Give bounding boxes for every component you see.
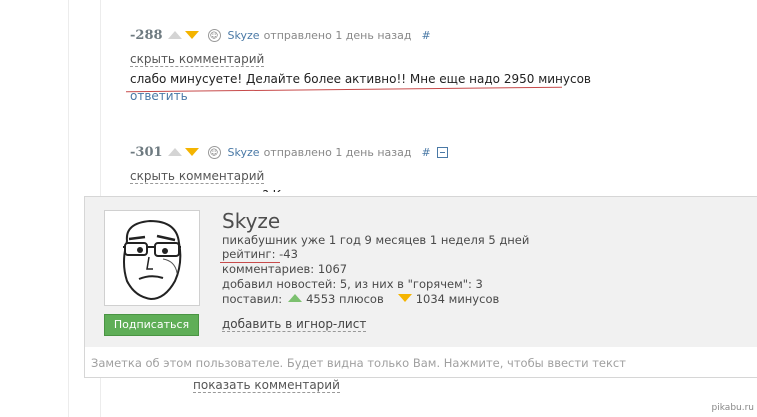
user-note-field[interactable]: Заметка об этом пользователе. Будет видн… (84, 347, 757, 378)
vote-down-icon[interactable] (184, 148, 199, 156)
votes-label: поставил: (222, 292, 283, 306)
profile-rating: рейтинг: -43 (222, 247, 298, 261)
rage-face-icon (123, 219, 182, 301)
comment-score: -288 (130, 27, 163, 43)
ignore-list-link[interactable]: добавить в игнор-лист (222, 317, 367, 332)
profile-since: пикабушник уже 1 год 9 месяцев 1 неделя … (222, 233, 530, 247)
profile-news: добавил новостей: 5, из них в "горячем":… (222, 277, 483, 291)
watermark: pikabu.ru (711, 403, 754, 413)
collapse-icon[interactable] (436, 146, 448, 158)
comment-score: -301 (130, 144, 163, 160)
show-comment-link[interactable]: показать комментарий (193, 378, 340, 393)
thread-line (68, 0, 69, 417)
comment: -301 ☺ Skyze отправлено 1 день назад # с… (130, 143, 448, 184)
user-note-placeholder: Заметка об этом пользователе. Будет видн… (91, 356, 626, 370)
hide-comment-link[interactable]: скрыть комментарий (130, 169, 265, 184)
author-face-icon: ☺ (207, 145, 221, 159)
vote-up-icon[interactable] (167, 148, 182, 156)
comment-text-partial: можно и сюда минус? Кстати, вы догоняете… (130, 188, 695, 196)
comment-time: отправлено 1 день назад (263, 145, 412, 159)
profile-comments: комментариев: 1067 (222, 262, 348, 276)
comment-author[interactable]: Skyze (228, 29, 260, 42)
vote-down-icon[interactable] (184, 31, 199, 39)
comment-author[interactable]: Skyze (228, 146, 260, 159)
comment-header: -301 ☺ Skyze отправлено 1 день назад # (130, 143, 448, 161)
plus-icon (288, 294, 303, 302)
comment-text: слабо минусуете! Делайте более активно!!… (130, 72, 591, 86)
minus-icon (397, 294, 412, 302)
comment-header: -288 ☺ Skyze отправлено 1 день назад # (130, 26, 591, 44)
comment-permalink[interactable]: # (421, 29, 430, 42)
comment-time: отправлено 1 день назад (263, 28, 412, 42)
hide-comment-link[interactable]: скрыть комментарий (130, 52, 265, 67)
profile-votes: поставил: 4553 плюсов 1034 минусов (222, 292, 499, 306)
subscribe-button[interactable]: Подписаться (104, 314, 199, 336)
comment-permalink[interactable]: # (421, 146, 430, 159)
pluses-count: 4553 плюсов (306, 292, 384, 306)
minuses-count: 1034 минусов (415, 292, 500, 306)
author-face-icon: ☺ (207, 28, 221, 42)
profile-username: Skyze (222, 209, 281, 233)
vote-up-icon[interactable] (167, 31, 182, 39)
user-avatar (104, 210, 200, 306)
